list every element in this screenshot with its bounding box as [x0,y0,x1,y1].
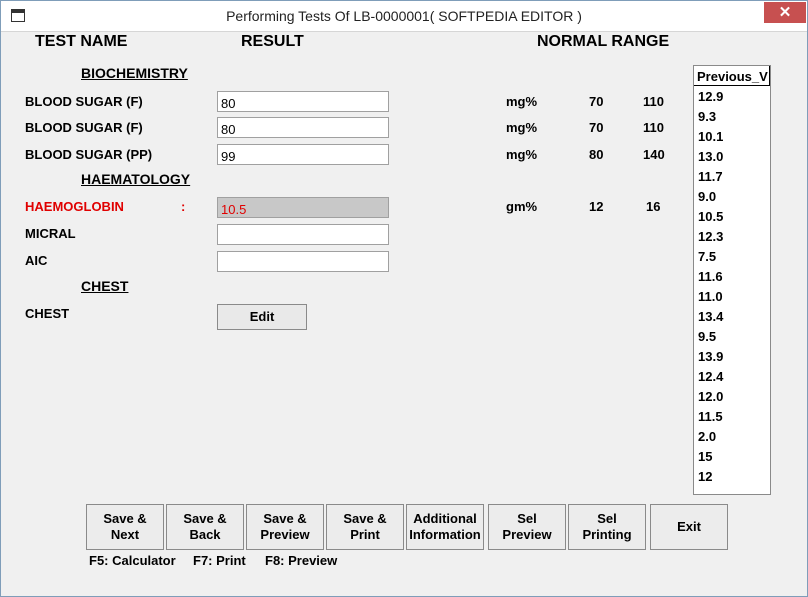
previous-values-header: Previous_V [694,66,770,86]
button-label-line2: Preview [260,527,310,542]
range-low: 70 [589,120,604,135]
result-input[interactable] [217,144,389,165]
list-item[interactable]: 9.0 [694,186,770,206]
header-normal-range: NORMAL RANGE [537,33,670,50]
button-label-line1: Save & [103,511,147,526]
range-high: 110 [643,94,664,109]
sel-preview-button[interactable]: Sel Preview [488,504,566,550]
shortcut-calculator: F5: Calculator [89,553,176,568]
test-label: CHEST [25,306,70,321]
unit-label: gm% [506,199,538,214]
range-high: 110 [643,120,664,135]
test-label: MICRAL [25,226,76,241]
close-button[interactable]: ✕ [764,2,806,23]
unit-label: mg% [506,147,538,162]
test-label: AIC [25,253,48,268]
button-label-line1: Save & [183,511,227,526]
test-label: BLOOD SUGAR (PP) [25,147,153,162]
list-item[interactable]: 12 [694,466,770,486]
app-window: Performing Tests Of LB-0000001( SOFTPEDI… [0,0,808,597]
save-print-button[interactable]: Save & Print [326,504,404,550]
list-item[interactable]: 7.5 [694,246,770,266]
list-item[interactable]: 12.3 [694,226,770,246]
list-item[interactable]: 9.3 [694,106,770,126]
range-high: 16 [646,199,661,214]
button-label-line2: Information [409,527,481,542]
previous-values-list[interactable]: Previous_V 12.9 9.3 10.1 13.0 11.7 9.0 1… [693,65,771,495]
button-label-line1: Additional [413,511,477,526]
shortcut-print: F7: Print [193,553,246,568]
button-label-line1: Sel [517,511,537,526]
list-item[interactable]: 13.4 [694,306,770,326]
save-back-button[interactable]: Save & Back [166,504,244,550]
list-item[interactable]: 15 [694,446,770,466]
button-label-line2: Print [350,527,380,542]
button-label-line1: Exit [677,519,701,534]
save-preview-button[interactable]: Save & Preview [246,504,324,550]
result-input-abnormal[interactable] [217,197,389,218]
section-haematology: HAEMATOLOGY [81,171,191,187]
button-label-line1: Save & [263,511,307,526]
range-low: 70 [589,94,604,109]
test-label-abnormal: HAEMOGLOBIN [25,199,124,214]
unit-label: mg% [506,94,538,109]
result-input[interactable] [217,224,389,245]
range-low: 12 [589,199,604,214]
exit-button[interactable]: Exit [650,504,728,550]
list-item[interactable]: 13.0 [694,146,770,166]
result-input[interactable] [217,251,389,272]
list-item[interactable]: 12.9 [694,86,770,106]
header-result: RESULT [241,33,304,50]
list-item[interactable]: 9.5 [694,326,770,346]
test-label: BLOOD SUGAR (F) [25,94,143,109]
button-label-line2: Back [189,527,221,542]
list-item[interactable]: 10.5 [694,206,770,226]
list-item[interactable]: 11.5 [694,406,770,426]
button-label-line2: Preview [502,527,552,542]
window-title: Performing Tests Of LB-0000001( SOFTPEDI… [226,8,582,24]
edit-button[interactable]: Edit [217,304,307,330]
button-label-line1: Sel [597,511,617,526]
range-high: 140 [643,147,665,162]
list-item[interactable]: 11.0 [694,286,770,306]
sel-printing-button[interactable]: Sel Printing [568,504,646,550]
list-item[interactable]: 2.0 [694,426,770,446]
result-input[interactable] [217,91,389,112]
list-item[interactable]: 12.4 [694,366,770,386]
section-chest: CHEST [81,278,129,294]
result-input[interactable] [217,117,389,138]
button-label-line2: Next [110,527,140,542]
label-colon: : [181,199,186,214]
test-label: BLOOD SUGAR (F) [25,120,143,135]
button-label-line1: Save & [343,511,387,526]
button-label-line2: Printing [582,527,632,542]
unit-label: mg% [506,120,538,135]
list-item[interactable]: 12.0 [694,386,770,406]
list-item[interactable]: 13.9 [694,346,770,366]
title-bar: Performing Tests Of LB-0000001( SOFTPEDI… [1,1,807,32]
header-test-name: TEST NAME [35,33,128,50]
additional-information-button[interactable]: Additional Information [406,504,484,550]
list-item[interactable]: 11.7 [694,166,770,186]
range-low: 80 [589,147,604,162]
list-item[interactable]: 10.1 [694,126,770,146]
save-next-button[interactable]: Save & Next [86,504,164,550]
section-biochemistry: BIOCHEMISTRY [81,65,188,81]
list-item[interactable]: 11.6 [694,266,770,286]
shortcut-preview: F8: Preview [265,553,338,568]
